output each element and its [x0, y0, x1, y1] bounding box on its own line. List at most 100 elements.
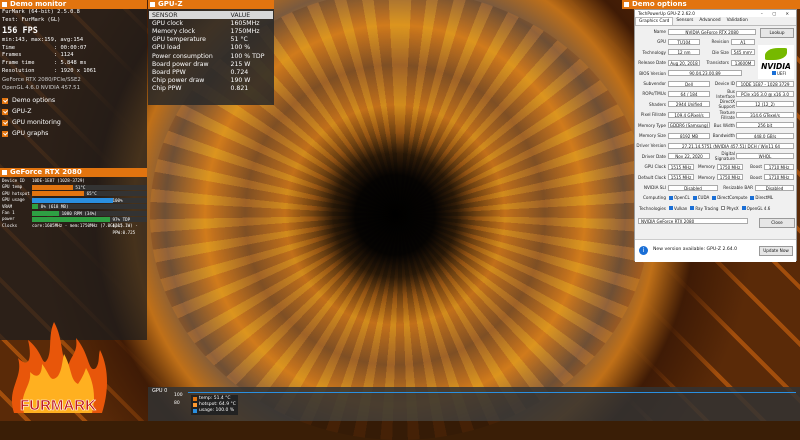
stat-value: : 1920 x 1061: [54, 67, 97, 74]
option-checkbox[interactable]: GPU graphs: [0, 128, 147, 139]
field-value: 90.04.23.00.89: [668, 70, 742, 77]
field-label: Boost: [750, 174, 762, 180]
sensor-value: 51 °C: [230, 36, 248, 44]
gpu-renderer: GeForce RTX 2080/PCIe/SSE2: [2, 77, 81, 84]
close-button[interactable]: Close: [759, 218, 795, 229]
field-label: Driver Version: [636, 143, 666, 149]
field-label: Release Date: [638, 60, 666, 66]
sensor-name: Board PPW: [152, 68, 186, 76]
field-value: 1750 MHz: [717, 163, 743, 170]
collapse-square-icon[interactable]: [2, 2, 7, 7]
field-value: 1750 MHz: [717, 174, 743, 181]
table-header: SENSOR VALUE: [149, 11, 273, 20]
gpu-stat-bar: 51°C: [32, 185, 147, 191]
computing-checkbox[interactable]: OpenCL: [669, 195, 690, 200]
table-row: Memory clock 1750MHz: [149, 27, 273, 35]
stat-row: Time: 00:00:07: [2, 45, 147, 53]
gpu-select-dropdown[interactable]: NVIDIA GeForce RTX 2080: [638, 218, 748, 225]
gpuz-card-info: NVIDIA Name NVIDIA GeForce RTX 2080 Lookup…: [635, 26, 796, 246]
checkbox-checked-icon[interactable]: [2, 108, 8, 115]
option-checkbox[interactable]: GPU-Z: [0, 106, 147, 117]
stat-value: : 5.848 ms: [54, 59, 87, 66]
table-row: GPU load 100 %: [149, 44, 273, 52]
gpu-stat-fill: [32, 217, 111, 223]
gpu-panel-header[interactable]: GeForce RTX 2080: [0, 168, 147, 177]
fps-minmax: min:143, max:159, avg:154: [2, 37, 84, 44]
checkbox-label: Vulkan: [674, 205, 688, 211]
field-value: 12 nm: [668, 49, 700, 56]
gpuz-panel-header[interactable]: GPU-Z: [148, 0, 274, 9]
field-label: Memory: [697, 164, 715, 170]
field-label: Driver Date: [641, 153, 666, 159]
sensor-value: 100 % TDP: [230, 52, 265, 60]
field-value: PCIe x16 3.0 @ x16 3.0: [736, 90, 794, 97]
tab-validation[interactable]: Validation: [724, 17, 751, 25]
graph-tick: 100: [174, 393, 183, 398]
lookup-button[interactable]: Lookup: [760, 28, 794, 38]
option-checkbox[interactable]: Demo options: [0, 95, 147, 106]
nvidia-eye-icon: [765, 48, 787, 60]
field-label: Device ID: [714, 81, 735, 86]
collapse-square-icon[interactable]: [2, 170, 7, 175]
field-label: Boost: [750, 164, 762, 170]
demo-monitor-header[interactable]: Demo monitor: [0, 0, 147, 9]
tab-graphics-card[interactable]: Graphics Card: [635, 17, 674, 25]
field-label: Texture Fillrate: [719, 109, 735, 120]
option-label: GPU monitoring: [12, 119, 61, 127]
field-label: DirectX Support: [718, 99, 735, 110]
tab-advanced[interactable]: Advanced: [696, 17, 723, 25]
gpuz-window-titlebar[interactable]: TechPowerUp GPU-Z 2.62.0 – ▢ ✕: [635, 10, 796, 17]
sensor-value: 190 W: [230, 77, 251, 85]
stat-key: Resolution: [2, 67, 35, 74]
legend-label: usage: 100.0 %: [199, 408, 235, 413]
gpuz-sensor-panel: SENSOR VALUE GPU clock 1605MHz Memory clock 1…: [148, 9, 274, 105]
computing-checkbox[interactable]: DirectCompute: [712, 195, 747, 200]
gpu-stat-label: Clocks: [2, 222, 18, 228]
technology-checkbox[interactable]: Vulkan: [669, 206, 687, 211]
technology-checkbox[interactable]: PhysX: [721, 206, 739, 211]
computing-checkbox[interactable]: DirectML: [750, 195, 773, 200]
legend-item: usage: 100.0 %: [193, 408, 236, 414]
tab-sensors[interactable]: Sensors: [673, 17, 696, 25]
checkbox-checked-icon[interactable]: [2, 97, 8, 104]
technology-checkbox[interactable]: Ray Tracing: [690, 206, 718, 211]
checkbox-checked-icon[interactable]: [2, 119, 8, 126]
collapse-square-icon[interactable]: [624, 2, 629, 7]
option-checkbox[interactable]: GPU monitoring: [0, 117, 147, 128]
collapse-square-icon[interactable]: [150, 2, 155, 7]
gpu-stat-value: 97% TDP (215.1W) - PPW:0.725: [112, 217, 138, 235]
table-row: Board PPW 0.724: [149, 68, 273, 76]
field-value: 256 bit: [736, 122, 794, 129]
field-value: 1710 MHz: [764, 163, 794, 170]
gpuz-sensor-table: SENSOR VALUE GPU clock 1605MHz Memory clock 1…: [149, 11, 273, 93]
field-value: 13600M: [731, 59, 755, 66]
update-now-button[interactable]: Update Now: [759, 246, 793, 256]
checkbox-checked-icon[interactable]: [2, 130, 8, 137]
furmark-logo: FURMARK: [11, 322, 107, 414]
field-value: 8192 MB: [668, 132, 710, 139]
field-label: NVIDIA SLI: [643, 185, 666, 190]
app-title: FurMark (64-bit) 2.5.0.8: [2, 9, 80, 15]
gpu-stat-bar: 8% (618 MB): [32, 204, 147, 210]
field-value: Dell: [668, 80, 710, 87]
demo-options-header[interactable]: Demo options: [622, 0, 800, 9]
test-name: Test: FurMark (GL): [2, 16, 61, 23]
field-value: 27.21.14.5751 (NVIDIA 457.51) DCH / Win1…: [668, 142, 794, 149]
field-label: Default Clock: [637, 174, 666, 180]
graph-y-ticks: 100 80: [174, 392, 183, 408]
field-label: Subvendor: [643, 81, 666, 86]
field-label: GPU Clock: [644, 164, 666, 170]
technology-checkbox[interactable]: OpenGL 4.6: [741, 206, 770, 211]
window-controls[interactable]: – ▢ ✕: [761, 10, 796, 17]
gpu-stat-fill: [32, 185, 74, 191]
gpu-stat-bar: 1080 RPM (34%): [32, 210, 147, 216]
computing-checkboxes: OpenCL CUDA DirectCompute DirectML: [669, 195, 776, 202]
stat-key: Frame time: [2, 59, 35, 66]
checkbox-label: OpenCL: [674, 195, 690, 201]
gpuz-tabs: Graphics Card Sensors Advanced Validation: [635, 17, 796, 26]
gpuz-window: TechPowerUp GPU-Z 2.62.0 – ▢ ✕ Graphics …: [634, 9, 797, 262]
field-label: Pixel Fillrate: [640, 112, 666, 118]
field-value: 10DE 1E87 - 1028 3729: [736, 80, 794, 87]
legend-swatch: [193, 403, 197, 407]
computing-checkbox[interactable]: CUDA: [692, 195, 709, 200]
